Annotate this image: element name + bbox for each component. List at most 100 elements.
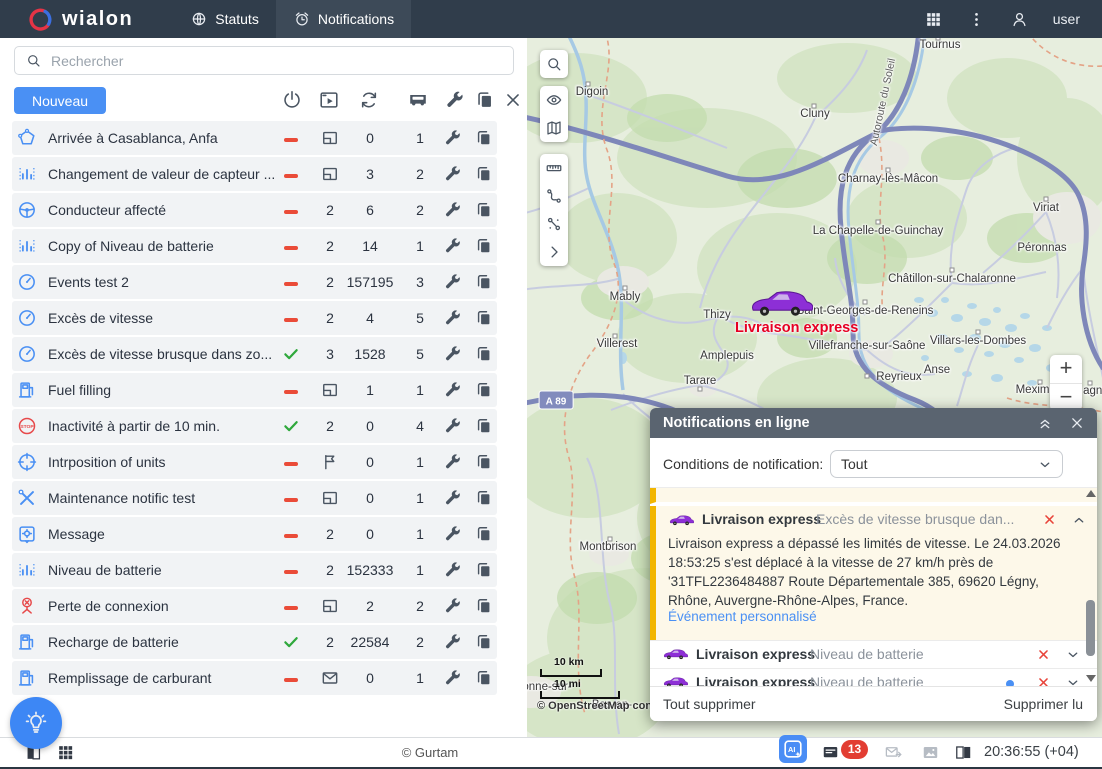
disabled-dash-icon[interactable] xyxy=(284,174,298,178)
edit-wrench-icon[interactable] xyxy=(442,272,462,292)
power-icon[interactable] xyxy=(281,89,303,111)
dashboard-grid-icon[interactable] xyxy=(56,743,75,762)
activation-status[interactable] xyxy=(279,597,303,615)
edit-wrench-icon[interactable] xyxy=(442,200,462,220)
disabled-dash-icon[interactable] xyxy=(284,210,298,214)
search-icon[interactable] xyxy=(540,50,568,78)
search-input[interactable] xyxy=(51,53,503,69)
activation-status[interactable] xyxy=(279,417,303,435)
edit-wrench-icon[interactable] xyxy=(442,560,462,580)
notification-row[interactable]: Recharge de batterie2225842 xyxy=(12,625,497,659)
close-panel-icon[interactable] xyxy=(1067,413,1087,433)
messages-icon[interactable] xyxy=(821,743,840,762)
enabled-check-icon[interactable] xyxy=(282,633,300,651)
chevron-right-icon[interactable] xyxy=(540,238,568,266)
edit-wrench-icon[interactable] xyxy=(442,308,462,328)
scroll-up-arrow[interactable] xyxy=(1086,490,1096,497)
edit-wrench-icon[interactable] xyxy=(442,416,462,436)
notification-row[interactable]: Niveau de batterie21523331 xyxy=(12,553,497,587)
copy-notification-icon[interactable] xyxy=(474,560,494,580)
edit-wrench-icon[interactable] xyxy=(442,596,462,616)
zoom-in-button[interactable]: + xyxy=(1050,355,1082,383)
run-icon[interactable] xyxy=(318,89,340,111)
edit-wrench-icon[interactable] xyxy=(442,452,462,472)
disabled-dash-icon[interactable] xyxy=(284,138,298,142)
notification-row[interactable]: Maintenance notific test01 xyxy=(12,481,497,515)
close-icon[interactable] xyxy=(502,89,524,111)
activation-status[interactable] xyxy=(279,525,303,543)
activation-status[interactable] xyxy=(279,381,303,399)
edit-wrench-icon[interactable] xyxy=(442,668,462,688)
copy-notification-icon[interactable] xyxy=(474,596,494,616)
notification-row[interactable]: Fuel filling11 xyxy=(12,373,497,407)
tips-fab[interactable] xyxy=(10,697,62,749)
user-icon[interactable] xyxy=(1010,10,1029,29)
panel-scrollbar[interactable] xyxy=(1085,490,1096,684)
edit-wrench-icon[interactable] xyxy=(442,344,462,364)
copy-notification-icon[interactable] xyxy=(474,164,494,184)
copy-notification-icon[interactable] xyxy=(474,200,494,220)
eye-icon[interactable] xyxy=(540,86,568,114)
copy-notification-icon[interactable] xyxy=(474,452,494,472)
delete-all-link[interactable]: Tout supprimer xyxy=(663,696,756,712)
online-notification-row[interactable]: Livraison expressNiveau de batterie xyxy=(650,640,1097,668)
activation-status[interactable] xyxy=(279,633,303,651)
custom-event-link[interactable]: Événement personnalisé xyxy=(668,609,817,624)
disabled-dash-icon[interactable] xyxy=(284,246,298,250)
markers-icon[interactable] xyxy=(540,210,568,238)
copy-notification-icon[interactable] xyxy=(474,344,494,364)
activation-status[interactable] xyxy=(279,201,303,219)
copy-notification-icon[interactable] xyxy=(474,632,494,652)
disabled-dash-icon[interactable] xyxy=(284,606,298,610)
copy-notification-icon[interactable] xyxy=(474,128,494,148)
wialon-logo[interactable]: wialon xyxy=(28,7,133,32)
activation-status[interactable] xyxy=(279,129,303,147)
edit-wrench-icon[interactable] xyxy=(442,524,462,544)
activation-status[interactable] xyxy=(279,273,303,291)
kebab-menu-icon[interactable] xyxy=(967,10,986,29)
disabled-dash-icon[interactable] xyxy=(284,498,298,502)
edit-wrench-icon[interactable] xyxy=(442,488,462,508)
zoom-out-button[interactable]: − xyxy=(1050,383,1082,411)
tab-statuts[interactable]: Statuts xyxy=(173,0,276,38)
copy-icon[interactable] xyxy=(474,89,496,111)
disabled-dash-icon[interactable] xyxy=(284,678,298,682)
activation-status[interactable] xyxy=(279,345,303,363)
media-icon[interactable] xyxy=(921,743,940,762)
enabled-check-icon[interactable] xyxy=(282,345,300,363)
edit-wrench-icon[interactable] xyxy=(442,236,462,256)
activation-status[interactable] xyxy=(279,453,303,471)
edit-wrench-icon[interactable] xyxy=(442,128,462,148)
expanded-notification[interactable]: Livraison express Excès de vitesse brusq… xyxy=(650,506,1097,640)
edit-wrench-icon[interactable] xyxy=(442,380,462,400)
chevron-down-icon[interactable] xyxy=(1064,674,1082,686)
notification-row[interactable]: Excès de vitesse brusque dans zo...31528… xyxy=(12,337,497,371)
new-notification-button[interactable]: Nouveau xyxy=(14,87,106,114)
layout-split-icon[interactable] xyxy=(954,743,973,762)
vehicle-marker-livraison-express[interactable] xyxy=(747,288,813,320)
search-box[interactable] xyxy=(14,46,514,75)
copy-notification-icon[interactable] xyxy=(474,308,494,328)
panel-header[interactable]: Notifications en ligne xyxy=(650,408,1097,438)
activation-status[interactable] xyxy=(279,489,303,507)
ai-assistant-button[interactable]: AI xyxy=(779,735,807,763)
disabled-dash-icon[interactable] xyxy=(284,390,298,394)
route-icon[interactable] xyxy=(540,182,568,210)
activation-status[interactable] xyxy=(279,165,303,183)
apps-grid-icon[interactable] xyxy=(924,10,943,29)
conditions-select[interactable]: Tout xyxy=(830,450,1063,478)
mail-export-icon[interactable] xyxy=(884,743,903,762)
copy-notification-icon[interactable] xyxy=(474,668,494,688)
delete-notification-icon[interactable] xyxy=(1035,646,1052,663)
scroll-thumb[interactable] xyxy=(1086,600,1095,656)
layers-icon[interactable] xyxy=(540,114,568,142)
user-name-label[interactable]: user xyxy=(1053,11,1080,27)
unit-icon[interactable] xyxy=(407,89,429,111)
edit-wrench-icon[interactable] xyxy=(442,164,462,184)
copy-notification-icon[interactable] xyxy=(474,416,494,436)
disabled-dash-icon[interactable] xyxy=(284,570,298,574)
notification-row[interactable]: Arrivée à Casablanca, Anfa01 xyxy=(12,121,497,155)
collapse-panel-icon[interactable] xyxy=(1035,413,1055,433)
notification-row[interactable]: Copy of Niveau de batterie2141 xyxy=(12,229,497,263)
disabled-dash-icon[interactable] xyxy=(284,318,298,322)
